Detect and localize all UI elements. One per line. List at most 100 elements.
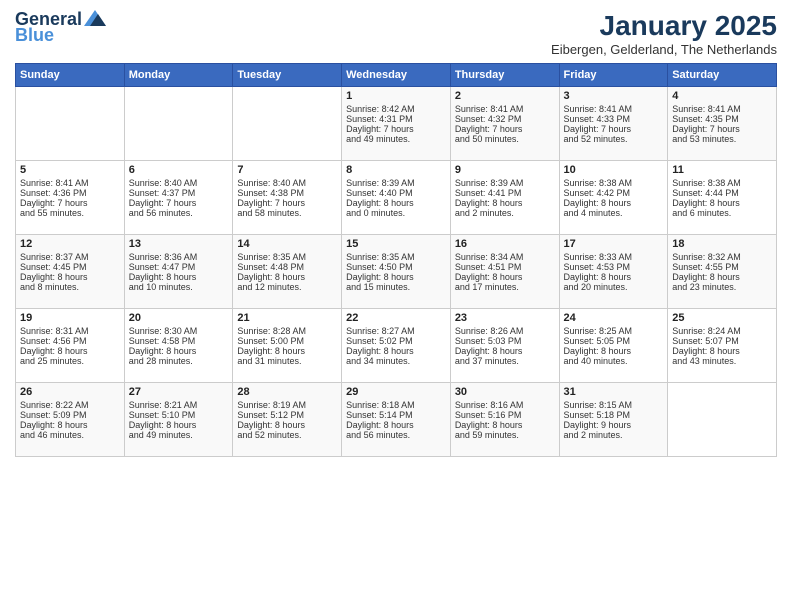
day-info-line: Sunrise: 8:21 AM (129, 400, 229, 410)
day-info-line: Sunrise: 8:42 AM (346, 104, 446, 114)
day-number: 5 (20, 164, 120, 176)
calendar-cell: 23Sunrise: 8:26 AMSunset: 5:03 PMDayligh… (450, 309, 559, 383)
day-number: 25 (672, 312, 772, 324)
calendar-cell: 20Sunrise: 8:30 AMSunset: 4:58 PMDayligh… (124, 309, 233, 383)
day-info-line: Sunrise: 8:18 AM (346, 400, 446, 410)
day-info-line: Daylight: 8 hours (455, 346, 555, 356)
day-info-line: and 10 minutes. (129, 282, 229, 292)
header-wednesday: Wednesday (342, 64, 451, 87)
location-subtitle: Eibergen, Gelderland, The Netherlands (551, 42, 777, 57)
day-info-line: Sunset: 4:38 PM (237, 188, 337, 198)
day-info-line: Sunset: 4:35 PM (672, 114, 772, 124)
calendar-cell: 10 Sunrise: 8:38 AMSunset: 4:42 PMDayligh… (559, 161, 668, 235)
month-title: January 2025 (551, 10, 777, 42)
day-info-line: Sunrise: 8:27 AM (346, 326, 446, 336)
header-friday: Friday (559, 64, 668, 87)
calendar-cell: 15Sunrise: 8:35 AMSunset: 4:50 PMDayligh… (342, 235, 451, 309)
day-info-line: and 56 minutes. (129, 208, 229, 218)
day-info-line: and 56 minutes. (346, 430, 446, 440)
calendar-cell: 31 Sunrise: 8:15 AMSunset: 5:18 PMDayligh… (559, 383, 668, 457)
day-number: 4 (672, 90, 772, 102)
calendar-cell: 6Sunrise: 8:40 AMSunset: 4:37 PMDaylight… (124, 161, 233, 235)
calendar-cell: 2Sunrise: 8:41 AMSunset: 4:32 PMDaylight… (450, 87, 559, 161)
day-number: 31 (564, 386, 664, 398)
calendar-cell: 17Sunrise: 8:33 AMSunset: 4:53 PMDayligh… (559, 235, 668, 309)
day-info-line: and 53 minutes. (672, 134, 772, 144)
day-number: 14 (237, 238, 337, 250)
day-info-line: Sunset: 4:55 PM (672, 262, 772, 272)
day-number: 1 (346, 90, 446, 102)
day-info-line: Sunset: 5:00 PM (237, 336, 337, 346)
day-info-line: Sunrise: 8:36 AM (129, 252, 229, 262)
day-info-line: Daylight: 7 hours (346, 124, 446, 134)
day-number: 20 (129, 312, 229, 324)
calendar-cell (233, 87, 342, 161)
calendar-cell (16, 87, 125, 161)
day-number: 29 (346, 386, 446, 398)
day-number: 7 (237, 164, 337, 176)
calendar-header: Sunday Monday Tuesday Wednesday Thursday… (16, 64, 777, 87)
day-info-line: Sunset: 5:05 PM (564, 336, 664, 346)
day-info-line: Daylight: 7 hours (129, 198, 229, 208)
day-info-line: Sunrise: 8:34 AM (455, 252, 555, 262)
title-block: January 2025 Eibergen, Gelderland, The N… (551, 10, 777, 57)
day-info-line: Sunset: 4:47 PM (129, 262, 229, 272)
day-info-line: Sunset: 4:42 PM (564, 188, 664, 198)
day-number: 11 (672, 164, 772, 176)
header-monday: Monday (124, 64, 233, 87)
day-info-line: Sunset: 5:18 PM (564, 410, 664, 420)
day-number: 8 (346, 164, 446, 176)
day-info-line: Daylight: 8 hours (129, 420, 229, 430)
day-info-line: Sunrise: 8:30 AM (129, 326, 229, 336)
header: General Blue January 2025 Eibergen, Geld… (15, 10, 777, 57)
day-info-line: Sunrise: 8:40 AM (237, 178, 337, 188)
day-info-line: Sunrise: 8:32 AM (672, 252, 772, 262)
day-info-line: and 58 minutes. (237, 208, 337, 218)
calendar-cell: 4Sunrise: 8:41 AMSunset: 4:35 PMDaylight… (668, 87, 777, 161)
page-container: General Blue January 2025 Eibergen, Geld… (0, 0, 792, 467)
day-info-line: and 2 minutes. (564, 430, 664, 440)
day-info-line: Daylight: 8 hours (564, 272, 664, 282)
calendar-week-2: 5Sunrise: 8:41 AMSunset: 4:36 PMDaylight… (16, 161, 777, 235)
day-info-line: Sunrise: 8:37 AM (20, 252, 120, 262)
day-info-line: and 12 minutes. (237, 282, 337, 292)
day-info-line: Sunrise: 8:16 AM (455, 400, 555, 410)
day-info-line: Sunset: 5:16 PM (455, 410, 555, 420)
day-info-line: Sunrise: 8:15 AM (564, 400, 664, 410)
day-info-line: Daylight: 7 hours (20, 198, 120, 208)
day-info-line: Daylight: 8 hours (237, 272, 337, 282)
day-info-line: Sunset: 4:51 PM (455, 262, 555, 272)
day-info-line: Sunrise: 8:33 AM (564, 252, 664, 262)
day-info-line: Sunrise: 8:41 AM (672, 104, 772, 114)
day-info-line: Daylight: 8 hours (129, 272, 229, 282)
day-number: 18 (672, 238, 772, 250)
day-info-line: Sunrise: 8:41 AM (455, 104, 555, 114)
day-info-line: Daylight: 8 hours (564, 198, 664, 208)
logo: General Blue (15, 10, 106, 46)
day-info-line: and 31 minutes. (237, 356, 337, 366)
calendar-body: 1Sunrise: 8:42 AMSunset: 4:31 PMDaylight… (16, 87, 777, 457)
day-info-line: Daylight: 9 hours (564, 420, 664, 430)
day-number: 13 (129, 238, 229, 250)
day-number: 6 (129, 164, 229, 176)
day-info-line: Sunrise: 8:22 AM (20, 400, 120, 410)
day-info-line: Sunset: 4:32 PM (455, 114, 555, 124)
day-info-line: Sunrise: 8:39 AM (455, 178, 555, 188)
day-info-line: Daylight: 8 hours (346, 272, 446, 282)
day-number: 9 (455, 164, 555, 176)
day-info-line: Sunrise: 8:25 AM (564, 326, 664, 336)
day-info-line: and 23 minutes. (672, 282, 772, 292)
day-info-line: Sunrise: 8:41 AM (20, 178, 120, 188)
calendar-cell: 1Sunrise: 8:42 AMSunset: 4:31 PMDaylight… (342, 87, 451, 161)
calendar-cell: 5Sunrise: 8:41 AMSunset: 4:36 PMDaylight… (16, 161, 125, 235)
day-info-line: and 46 minutes. (20, 430, 120, 440)
day-info-line: Daylight: 7 hours (564, 124, 664, 134)
day-number: 27 (129, 386, 229, 398)
calendar-table: Sunday Monday Tuesday Wednesday Thursday… (15, 63, 777, 457)
calendar-cell: 18Sunrise: 8:32 AMSunset: 4:55 PMDayligh… (668, 235, 777, 309)
day-info-line: Daylight: 8 hours (346, 346, 446, 356)
day-number: 10 (564, 164, 664, 176)
day-info-line: Sunset: 4:56 PM (20, 336, 120, 346)
calendar-cell: 7Sunrise: 8:40 AMSunset: 4:38 PMDaylight… (233, 161, 342, 235)
day-info-line: Sunrise: 8:38 AM (564, 178, 664, 188)
